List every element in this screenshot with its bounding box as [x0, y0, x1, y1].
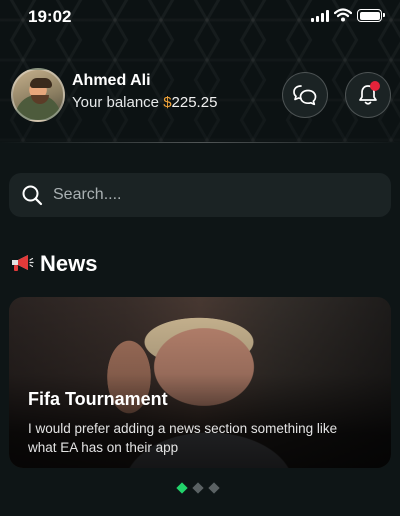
user-name: Ahmed Ali	[72, 72, 151, 89]
balance-label: Your balance	[72, 94, 164, 111]
megaphone-icon	[12, 255, 34, 271]
search-input[interactable]	[53, 173, 373, 217]
news-card[interactable]: Fifa Tournament I would prefer adding a …	[9, 297, 391, 468]
wifi-icon	[334, 8, 352, 22]
search-icon	[22, 185, 43, 206]
carousel-dot[interactable]	[176, 482, 188, 494]
status-time: 19:02	[28, 7, 72, 26]
notifications-button[interactable]	[345, 72, 391, 118]
carousel-dot[interactable]	[192, 482, 204, 494]
carousel-dot[interactable]	[208, 482, 220, 494]
battery-icon	[357, 9, 385, 22]
avatar[interactable]	[11, 68, 65, 122]
signal-icon	[311, 10, 329, 22]
status-bar: 19:02	[0, 0, 400, 34]
notification-badge	[370, 81, 380, 91]
balance-row: Your balance $225.25	[72, 94, 217, 111]
header-divider	[0, 142, 400, 143]
news-card-text: I would prefer adding a news section som…	[28, 421, 338, 455]
search-bar[interactable]	[9, 173, 391, 217]
news-heading: News	[40, 251, 98, 276]
balance-currency: $	[163, 94, 172, 111]
chat-button[interactable]	[282, 72, 328, 118]
balance-amount: 225.25	[171, 94, 218, 111]
chat-icon	[293, 85, 317, 106]
carousel-indicator	[176, 482, 228, 494]
news-card-title: Fifa Tournament	[28, 389, 168, 409]
